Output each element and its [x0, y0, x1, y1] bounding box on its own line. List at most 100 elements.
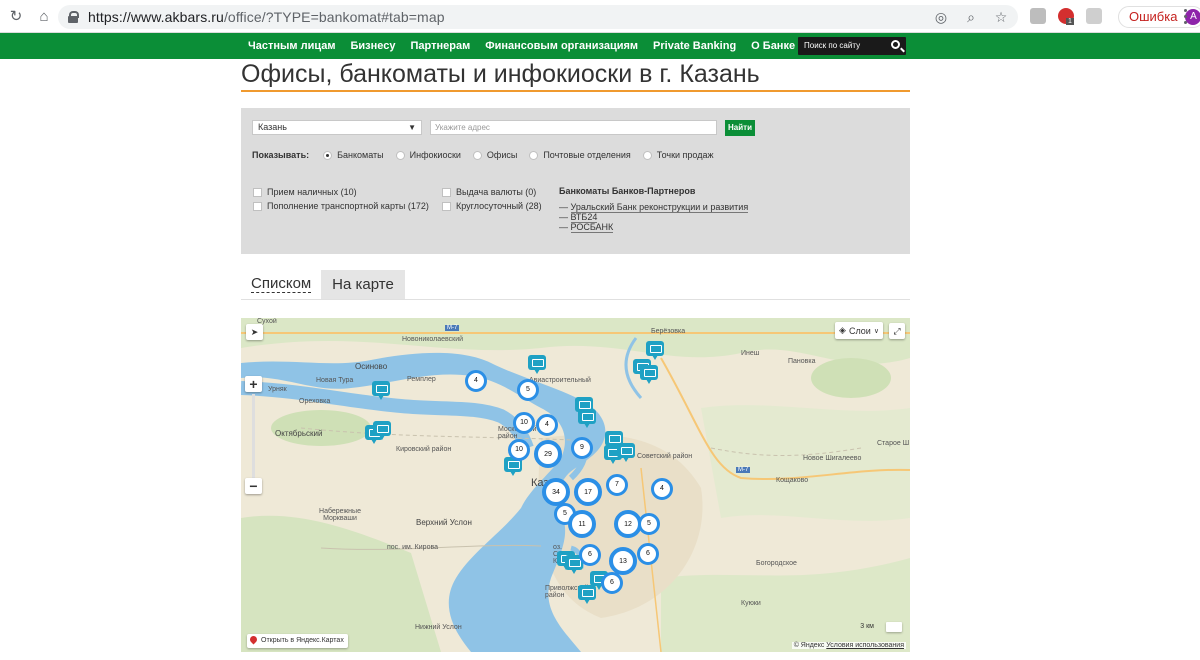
- checkbox-currency[interactable]: Выдача валюты (0): [442, 187, 536, 197]
- atm-cluster[interactable]: 10: [508, 439, 530, 461]
- map-label: пос. им. Кирова: [387, 544, 438, 551]
- map-label: Старое Ш: [877, 440, 910, 447]
- map-label: Новониколаевский: [402, 336, 464, 343]
- checkbox-box: [253, 187, 262, 197]
- map-label: Нижний Услон: [415, 624, 462, 631]
- map-label: Верхний Услон: [416, 518, 472, 527]
- atm-pin[interactable]: [646, 341, 664, 360]
- radio-post[interactable]: Почтовые отделения: [529, 150, 631, 160]
- radio-atms[interactable]: Банкоматы: [323, 150, 384, 160]
- atm-cluster[interactable]: 5: [517, 379, 539, 401]
- radio-label: Офисы: [486, 150, 518, 160]
- map-view[interactable]: Новониколаевский Берёзовка Инеш Пановка …: [241, 318, 910, 652]
- atm-cluster[interactable]: 29: [534, 440, 562, 468]
- partner-item: — Уральский Банк реконструкции и развити…: [559, 202, 749, 213]
- nav-item-private[interactable]: Частным лицам: [248, 33, 335, 59]
- atm-cluster[interactable]: 4: [465, 370, 487, 392]
- partner-item: — РОСБАНК: [559, 222, 614, 233]
- road-sign: М-7: [445, 325, 460, 331]
- filter-panel: Казань ▼ Укажите адрес Найти Показывать:…: [241, 108, 910, 254]
- map-label: Советский район: [637, 453, 693, 460]
- scale-label: 3 км: [860, 623, 874, 630]
- atm-cluster[interactable]: 34: [542, 478, 570, 506]
- atm-cluster[interactable]: 10: [513, 412, 535, 434]
- layers-icon: ◈: [839, 325, 846, 335]
- zoom-slider[interactable]: [252, 394, 255, 484]
- radio-dot-icon: [642, 150, 652, 160]
- terms-link[interactable]: Условия использования: [826, 642, 904, 649]
- map-label: Кощаково: [776, 477, 809, 484]
- checkbox-label: Выдача валюты (0): [456, 187, 537, 197]
- search-icon[interactable]: [891, 40, 900, 49]
- city-value: Казань: [258, 122, 287, 132]
- radio-dot-icon: [395, 150, 405, 160]
- map-label: Новая Тура: [316, 377, 354, 384]
- atm-pin[interactable]: [640, 365, 658, 384]
- url-text: https://www.akbars.ru/office/?TYPE=banko…: [88, 9, 445, 25]
- menu-dots-icon[interactable]: [1184, 9, 1188, 25]
- map-label: Куюки: [741, 600, 761, 607]
- address-bar[interactable]: https://www.akbars.ru/office/?TYPE=banko…: [58, 5, 1018, 29]
- radio-kiosks[interactable]: Инфокиоски: [395, 150, 461, 160]
- atm-pin[interactable]: [528, 355, 546, 374]
- partner-link-rosbank[interactable]: РОСБАНК: [570, 222, 614, 233]
- checkbox-label: Круглосуточный (28): [456, 201, 542, 211]
- atm-cluster[interactable]: 4: [651, 478, 673, 500]
- rss-icon[interactable]: [1086, 8, 1102, 24]
- radio-label: Почтовые отделения: [543, 150, 631, 160]
- nav-item-fin-orgs[interactable]: Финансовым организациям: [485, 33, 638, 59]
- map-copyright: © Яндекс Условия использования: [791, 642, 906, 649]
- open-in-yandex-link[interactable]: Открыть в Яндекс.Картах: [247, 634, 348, 648]
- home-icon[interactable]: ⌂: [32, 4, 56, 28]
- partners-title: Банкоматы Банков-Партнеров: [559, 186, 696, 196]
- tab-map-view[interactable]: На карте: [321, 270, 405, 300]
- zoom-icon[interactable]: ⌕: [962, 8, 980, 26]
- atm-cluster[interactable]: 6: [601, 572, 623, 594]
- locate-arrow-icon: ➤: [250, 326, 259, 337]
- checkbox-24h[interactable]: Круглосуточный (28): [442, 201, 542, 211]
- reload-icon[interactable]: ↻: [4, 4, 28, 28]
- layers-button[interactable]: ◈ Слои ∨: [835, 322, 883, 339]
- site-search-input[interactable]: Поиск по сайту: [798, 37, 906, 55]
- atm-cluster[interactable]: 5: [638, 513, 660, 535]
- checkbox-transport-card[interactable]: Пополнение транспортной карты (172): [253, 201, 429, 211]
- locate-me-button[interactable]: ➤: [246, 324, 263, 340]
- atm-cluster[interactable]: 6: [579, 544, 601, 566]
- atm-cluster[interactable]: 4: [536, 414, 558, 436]
- checkbox-cash-in[interactable]: Прием наличных (10): [253, 187, 357, 197]
- find-button[interactable]: Найти: [725, 120, 755, 136]
- atm-pin[interactable]: [578, 585, 596, 604]
- radio-dot-icon: [472, 150, 482, 160]
- nav-item-partners[interactable]: Партнерам: [410, 33, 470, 59]
- atm-cluster[interactable]: 6: [637, 543, 659, 565]
- fullscreen-button[interactable]: ⤢: [889, 323, 905, 339]
- atm-pin[interactable]: [372, 381, 390, 400]
- atm-cluster[interactable]: 17: [574, 478, 602, 506]
- extension-icon[interactable]: [1030, 8, 1046, 24]
- atm-pin[interactable]: [578, 409, 596, 428]
- atm-cluster[interactable]: 7: [606, 474, 628, 496]
- main-nav: Частным лицам Бизнесу Партнерам Финансов…: [0, 33, 1200, 59]
- map-label: Новое Шигалеево: [803, 455, 862, 462]
- zoom-out-button[interactable]: −: [245, 478, 262, 494]
- city-select[interactable]: Казань ▼: [252, 120, 422, 135]
- radio-dot-icon: [323, 150, 333, 160]
- error-label: Ошибка: [1129, 9, 1178, 24]
- zoom-in-button[interactable]: +: [245, 376, 262, 392]
- address-input[interactable]: Укажите адрес: [430, 120, 717, 135]
- nav-item-business[interactable]: Бизнесу: [350, 33, 395, 59]
- chevron-down-icon: ∨: [873, 327, 879, 335]
- radio-sales[interactable]: Точки продаж: [642, 150, 714, 160]
- atm-cluster[interactable]: 9: [571, 437, 593, 459]
- atm-pin[interactable]: [617, 443, 635, 462]
- nav-item-private-banking[interactable]: Private Banking: [653, 33, 736, 59]
- ruler-button[interactable]: [886, 622, 902, 632]
- radio-offices[interactable]: Офисы: [472, 150, 518, 160]
- tab-list-view[interactable]: Списком: [251, 275, 312, 293]
- atm-pin[interactable]: [373, 421, 391, 440]
- bookmark-star-icon[interactable]: ☆: [992, 8, 1010, 26]
- nav-item-about[interactable]: О Банке: [751, 33, 795, 59]
- location-icon[interactable]: ◎: [932, 8, 950, 26]
- atm-cluster[interactable]: 13: [609, 547, 637, 575]
- atm-cluster[interactable]: 11: [568, 510, 596, 538]
